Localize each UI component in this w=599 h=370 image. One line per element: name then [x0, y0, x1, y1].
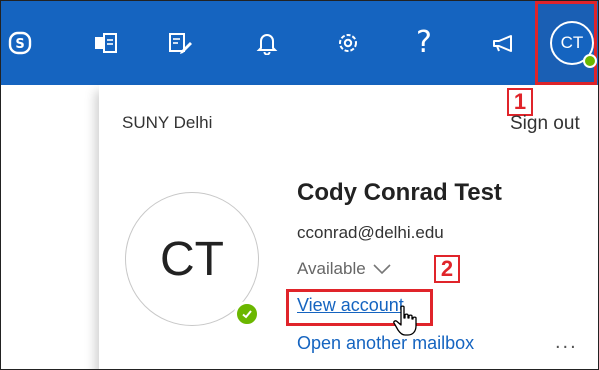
- settings-icon[interactable]: [329, 24, 367, 62]
- open-another-mailbox-link[interactable]: Open another mailbox: [297, 333, 474, 354]
- sign-out-link[interactable]: Sign out: [510, 113, 580, 135]
- bell-icon[interactable]: [248, 24, 286, 62]
- step-1-badge: 1: [507, 88, 533, 116]
- presence-available-icon: [234, 301, 260, 327]
- presence-status-dropdown[interactable]: Available: [297, 259, 392, 279]
- presence-status-label: Available: [297, 259, 366, 278]
- hand-cursor-icon: [393, 305, 417, 336]
- chevron-down-icon: [373, 264, 391, 275]
- help-icon[interactable]: ?: [409, 21, 439, 65]
- feedback-icon[interactable]: [485, 24, 523, 62]
- user-display-name: Cody Conrad Test: [297, 179, 502, 206]
- presence-indicator: [583, 54, 597, 68]
- skype-icon[interactable]: S: [1, 24, 39, 62]
- svg-text:S: S: [15, 37, 24, 52]
- user-email: cconrad@delhi.edu: [297, 223, 444, 242]
- step-2-badge: 2: [434, 255, 460, 283]
- organization-name: SUNY Delhi: [122, 113, 213, 132]
- top-bar: S ? CT: [1, 1, 598, 85]
- teams-icon[interactable]: [87, 24, 125, 62]
- screenshot-frame: S ? CT 1 SUNY Delhi Sign out CT Cody Con…: [0, 0, 599, 370]
- more-options-icon[interactable]: ...: [555, 331, 578, 354]
- view-account-link[interactable]: View account: [297, 295, 404, 316]
- tasks-icon[interactable]: [161, 24, 199, 62]
